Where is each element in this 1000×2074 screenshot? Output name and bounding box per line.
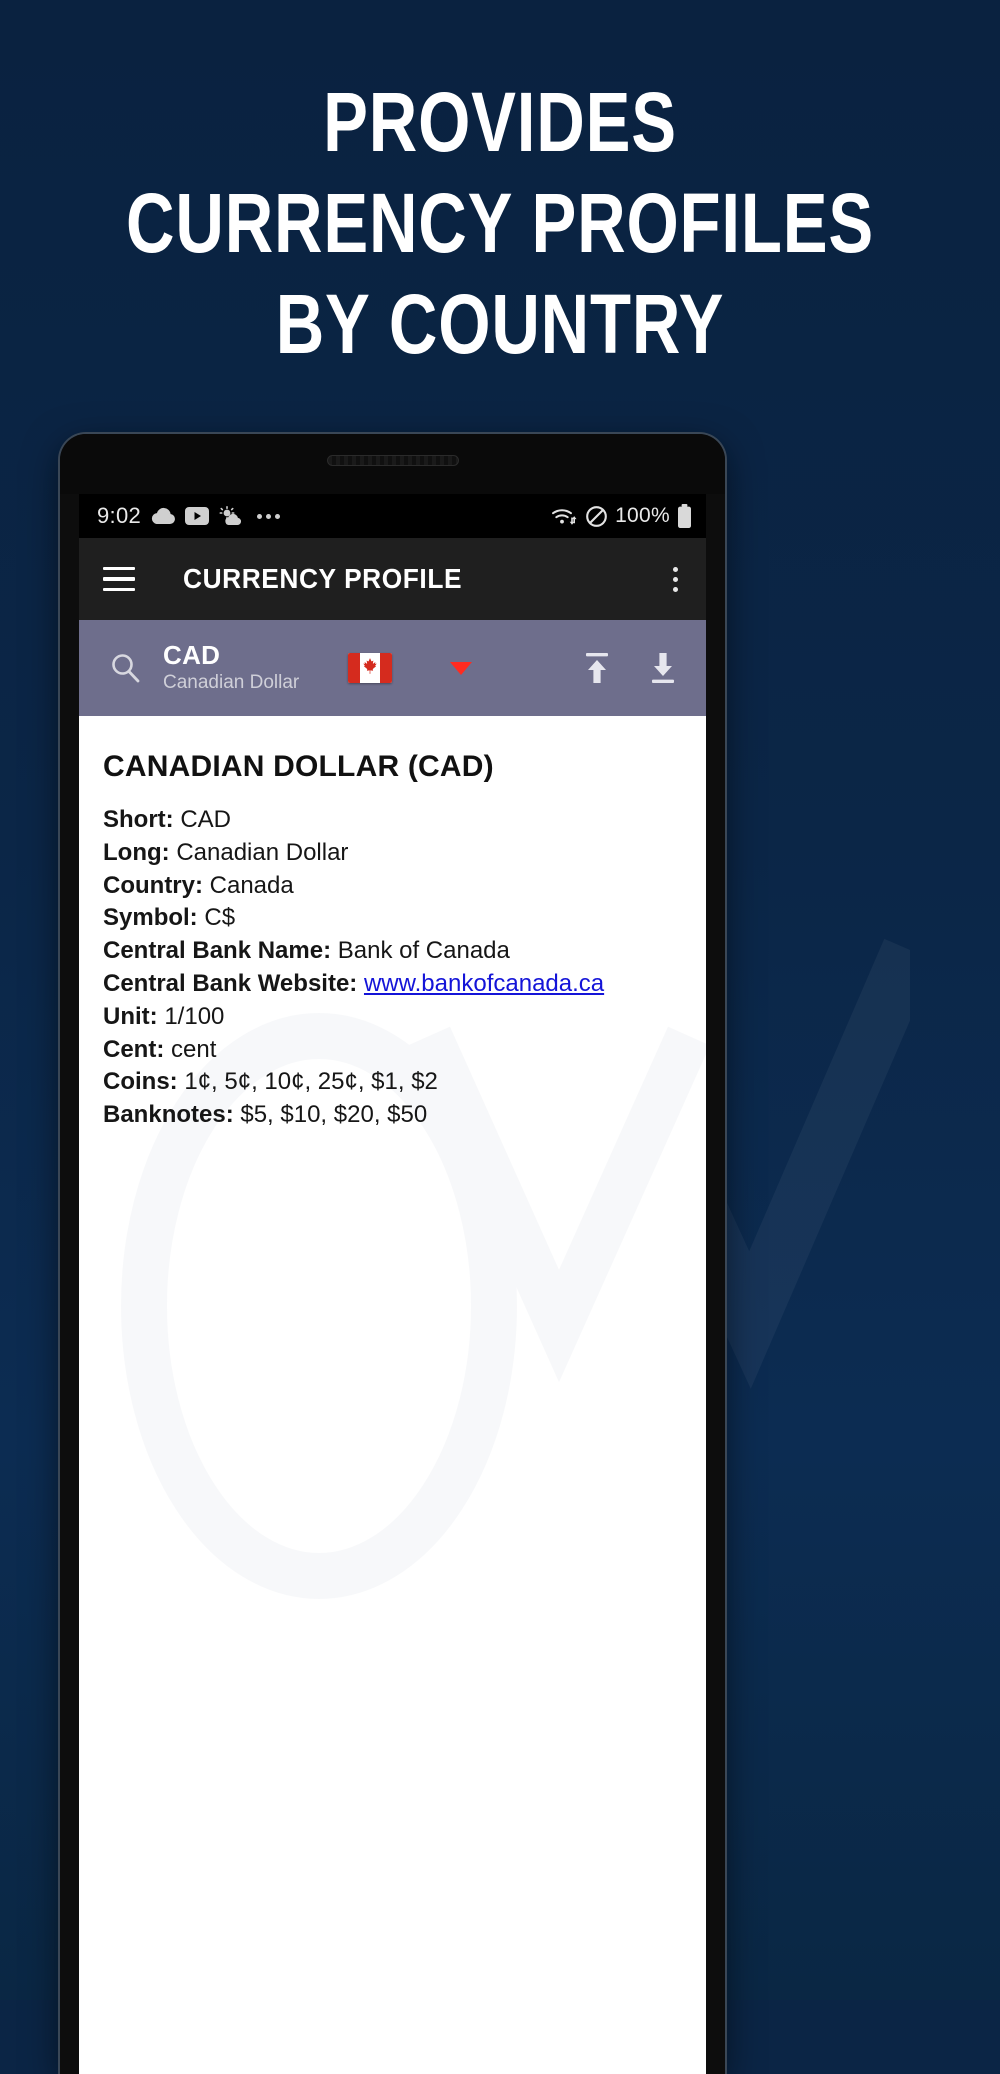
battery-percent-label: 100% bbox=[615, 504, 670, 527]
headline-line-3: BY COUNTRY bbox=[275, 276, 725, 371]
status-clock: 9:02 bbox=[97, 503, 142, 528]
cloud-icon bbox=[150, 507, 176, 525]
profile-field-label: Cent: bbox=[103, 1035, 165, 1063]
currency-selector-toolbar: CAD Canadian Dollar bbox=[79, 620, 706, 716]
status-bar-right: 100% bbox=[551, 503, 692, 529]
battery-full-icon bbox=[677, 503, 692, 529]
profile-field-value: Bank of Canada bbox=[337, 937, 510, 965]
kebab-menu-icon[interactable] bbox=[667, 561, 684, 598]
profile-field-label: Short: bbox=[103, 806, 174, 833]
earpiece-speaker-icon bbox=[326, 455, 459, 466]
profile-field-label: Long: bbox=[103, 838, 170, 866]
profile-field-label: Unit: bbox=[103, 1002, 158, 1030]
youtube-icon bbox=[185, 507, 210, 525]
currency-name-label: Canadian Dollar bbox=[163, 672, 300, 694]
profile-field-row: Country: Canada bbox=[103, 872, 706, 901]
profile-field-row: Long: Canadian Dollar bbox=[103, 839, 706, 868]
profile-field-label: Coins: bbox=[103, 1068, 178, 1096]
selected-currency[interactable]: CAD Canadian Dollar bbox=[163, 640, 348, 695]
profile-field-value: C$ bbox=[204, 904, 236, 932]
profile-field-label: Banknotes: bbox=[103, 1101, 234, 1129]
page-title: CANADIAN DOLLAR (CAD) bbox=[103, 750, 494, 783]
phone-screen: 9:02 100% CURRENCY PROFILE CAD Canadian … bbox=[79, 494, 706, 2074]
currency-profile-content: CANADIAN DOLLAR (CAD) Short: CAD Long: Ca… bbox=[79, 716, 706, 2074]
phone-bezel-top bbox=[60, 434, 725, 494]
profile-field-list: Short: CAD Long: Canadian Dollar Country: … bbox=[103, 806, 706, 1130]
profile-field-value: cent bbox=[171, 1035, 217, 1063]
promo-headline: PROVIDES CURRENCY PROFILES BY COUNTRY bbox=[100, 72, 900, 374]
app-bar: CURRENCY PROFILE bbox=[79, 538, 706, 620]
profile-field-row: Symbol: C$ bbox=[103, 904, 706, 933]
profile-field-row: Coins: 1¢, 5¢, 10¢, 25¢, $1, $2 bbox=[103, 1068, 706, 1097]
upload-icon[interactable] bbox=[564, 650, 630, 686]
profile-field-row: Unit: 1/100 bbox=[103, 1003, 706, 1032]
central-bank-website-link[interactable]: www.bankofcanada.ca bbox=[364, 970, 604, 997]
download-icon[interactable] bbox=[630, 650, 696, 686]
profile-field-row: Short: CAD bbox=[103, 806, 706, 835]
profile-field-label: Central Bank Website: bbox=[103, 969, 358, 997]
do-not-disturb-icon bbox=[585, 505, 608, 528]
search-icon[interactable] bbox=[97, 651, 153, 685]
profile-field-value: Canadian Dollar bbox=[176, 838, 349, 866]
profile-field-label: Symbol: bbox=[103, 904, 198, 932]
headline-line-1: PROVIDES bbox=[323, 75, 677, 169]
profile-field-row: Banknotes: $5, $10, $20, $50 bbox=[103, 1101, 706, 1130]
profile-field-value: $5, $10, $20, $50 bbox=[240, 1101, 428, 1129]
headline-line-2: CURRENCY PROFILES bbox=[126, 175, 874, 270]
canada-flag-icon bbox=[348, 653, 392, 683]
profile-field-value: 1/100 bbox=[164, 1002, 225, 1030]
hamburger-menu-icon[interactable] bbox=[103, 566, 135, 592]
profile-field-row: Central Bank Website: www.bankofcanada.c… bbox=[103, 970, 706, 999]
status-bar-left: 9:02 bbox=[97, 503, 281, 529]
profile-field-label: Central Bank Name: bbox=[103, 937, 332, 965]
weather-icon bbox=[218, 506, 242, 526]
phone-mockup: 9:02 100% CURRENCY PROFILE CAD Canadian … bbox=[60, 434, 725, 2074]
caret-down-icon[interactable] bbox=[450, 661, 472, 675]
profile-field-row: Central Bank Name: Bank of Canada bbox=[103, 937, 706, 966]
app-bar-title: CURRENCY PROFILE bbox=[183, 563, 463, 594]
more-dots-icon bbox=[257, 513, 281, 519]
profile-field-value: 1¢, 5¢, 10¢, 25¢, $1, $2 bbox=[184, 1068, 438, 1096]
profile-field-row: Cent: cent bbox=[103, 1036, 706, 1065]
wifi-icon bbox=[551, 506, 578, 527]
currency-code-label: CAD bbox=[163, 640, 221, 671]
status-bar: 9:02 100% bbox=[79, 494, 706, 538]
profile-field-value: Canada bbox=[209, 871, 294, 899]
profile-field-value: CAD bbox=[180, 806, 231, 833]
profile-field-label: Country: bbox=[103, 871, 203, 899]
